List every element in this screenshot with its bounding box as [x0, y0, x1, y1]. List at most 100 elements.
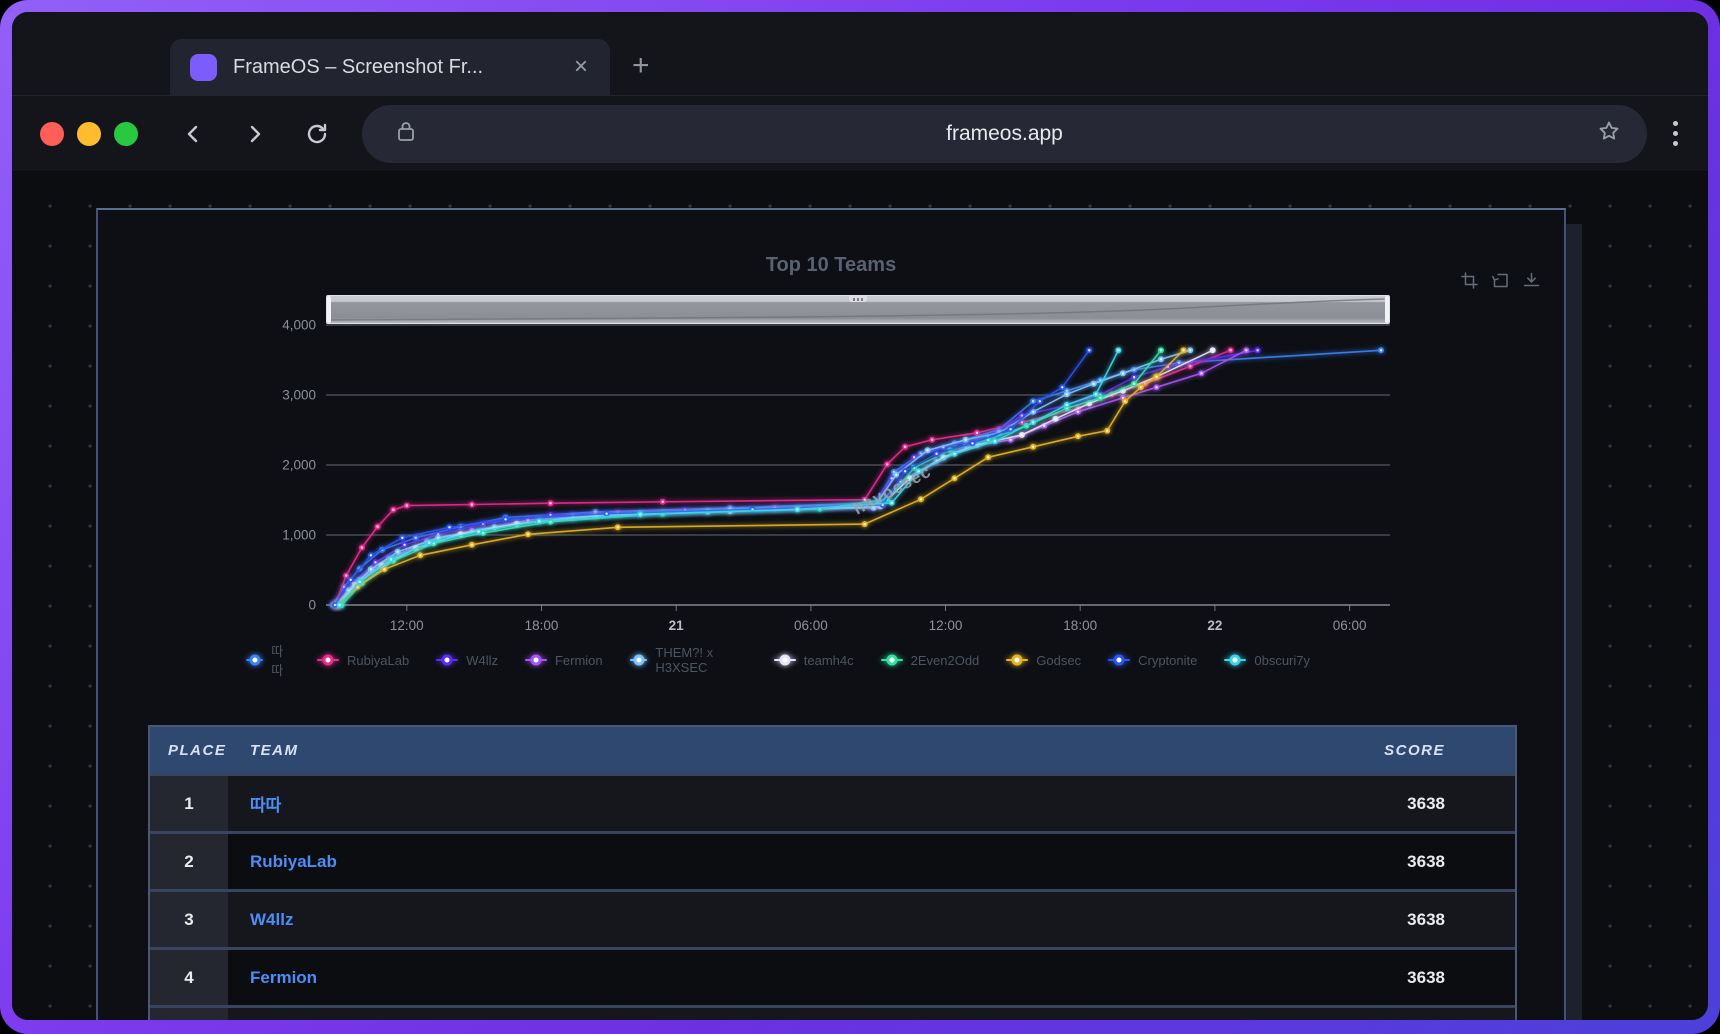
table-row: 5THEM?! x H3XSEC3638: [150, 1005, 1515, 1020]
bookmark-star-icon[interactable]: [1597, 119, 1621, 148]
table-body: 1따따36382RubiyaLab36383W4llz36384Fermion3…: [150, 773, 1515, 1020]
minimize-window-button[interactable]: [77, 122, 101, 146]
legend-label: 0bscuri7y: [1254, 653, 1310, 668]
y-tick-label: 3,000: [282, 388, 316, 403]
zoom-window-button[interactable]: [114, 122, 138, 146]
slider-handle-left[interactable]: [327, 296, 331, 323]
header-team: TEAM: [228, 742, 1255, 759]
chart-series[interactable]: [332, 347, 1234, 608]
place-cell: 2: [150, 834, 228, 889]
legend-label: Godsec: [1036, 653, 1081, 668]
chart-toolbar: [1461, 272, 1540, 289]
content-card: Top 10 Teams 0 1,000 2,000 3,000 4,000 12:00 1…: [96, 208, 1566, 1020]
chart-series[interactable]: [334, 347, 1260, 608]
scoreboard-table: PLACE TEAM SCORE 1따따36382RubiyaLab36383W…: [148, 725, 1517, 1020]
legend-label: Fermion: [555, 653, 603, 668]
legend-marker-icon: [246, 659, 263, 661]
legend-item[interactable]: teamh4c: [774, 653, 854, 668]
slider-grip[interactable]: [849, 296, 867, 302]
table-row: 2RubiyaLab3638: [150, 831, 1515, 889]
chart-title: Top 10 Teams: [98, 210, 1564, 277]
slider-handle-right[interactable]: [1385, 296, 1389, 323]
legend-marker-icon: [1006, 659, 1028, 661]
forward-icon[interactable]: [242, 121, 268, 147]
team-link[interactable]: 따따: [228, 776, 1255, 831]
header-score: SCORE: [1255, 742, 1515, 759]
tab-frameos[interactable]: FrameOS – Screenshot Fr... ×: [170, 39, 610, 95]
team-link[interactable]: Fermion: [228, 950, 1255, 1005]
y-tick-label: 1,000: [282, 528, 316, 543]
address-bar[interactable]: frameos.app: [362, 105, 1647, 163]
score-cell: 3638: [1255, 950, 1515, 1005]
legend-item[interactable]: W4llz: [436, 653, 498, 668]
chart-series[interactable]: [332, 347, 1092, 608]
score-cell: 3638: [1255, 834, 1515, 889]
close-tab-icon[interactable]: ×: [568, 53, 594, 81]
x-tick-label: 18:00: [525, 618, 559, 633]
download-icon[interactable]: [1523, 272, 1540, 289]
legend-label: 2Even2Odd: [911, 653, 980, 668]
browser-toolbar: frameos.app: [12, 96, 1708, 172]
place-cell: 4: [150, 950, 228, 1005]
chart-series[interactable]: [330, 347, 1384, 608]
url-text[interactable]: frameos.app: [362, 122, 1647, 146]
legend-label: RubiyaLab: [347, 653, 409, 668]
x-tick-label: 12:00: [929, 618, 963, 633]
legend-item[interactable]: 따따: [246, 641, 290, 679]
x-tick-label: 06:00: [794, 618, 828, 633]
datazoom-slider[interactable]: [326, 295, 1390, 324]
chart-legend: 따따 RubiyaLab W4llz Fermion THEM?! x H3XSEC te…: [246, 641, 1310, 679]
place-cell: 5: [150, 1008, 228, 1020]
table-row: 4Fermion3638: [150, 947, 1515, 1005]
legend-item[interactable]: THEM?! x H3XSEC: [630, 645, 747, 675]
new-tab-button[interactable]: +: [632, 49, 650, 83]
chart-series[interactable]: [337, 347, 1250, 608]
legend-label: THEM?! x H3XSEC: [655, 645, 746, 675]
y-tick-label: 2,000: [282, 458, 316, 473]
y-tick-label: 0: [308, 598, 316, 613]
legend-label: 따따: [271, 641, 290, 679]
legend-marker-icon: [317, 659, 339, 661]
score-cell: 3638: [1255, 892, 1515, 947]
legend-marker-icon: [774, 659, 796, 661]
legend-marker-icon: [436, 659, 458, 661]
legend-marker-icon: [1108, 659, 1130, 661]
legend-item[interactable]: 0bscuri7y: [1224, 653, 1310, 668]
page-background: Top 10 Teams 0 1,000 2,000 3,000 4,000 12:00 1…: [12, 172, 1708, 1020]
table-header-row: PLACE TEAM SCORE: [150, 727, 1515, 773]
box-zoom-icon[interactable]: [1461, 272, 1478, 289]
legend-item[interactable]: Cryptonite: [1108, 653, 1197, 668]
legend-label: W4llz: [466, 653, 498, 668]
legend-item[interactable]: Fermion: [525, 653, 603, 668]
score-cell: 3638: [1255, 1008, 1515, 1020]
legend-label: teamh4c: [804, 653, 854, 668]
legend-label: Cryptonite: [1138, 653, 1197, 668]
score-cell: 3638: [1255, 776, 1515, 831]
legend-item[interactable]: 2Even2Odd: [881, 653, 980, 668]
legend-marker-icon: [1224, 659, 1246, 661]
team-link[interactable]: W4llz: [228, 892, 1255, 947]
chart-series[interactable]: [339, 347, 1164, 608]
table-row: 1따따3638: [150, 773, 1515, 831]
score-timeline-chart[interactable]: 01,0002,0003,0004,00012:0018:002106:0012…: [246, 285, 1430, 637]
reset-zoom-icon[interactable]: [1492, 272, 1509, 289]
tab-title: FrameOS – Screenshot Fr...: [233, 56, 568, 79]
chart-area[interactable]: 01,0002,0003,0004,00012:0018:002106:0012…: [246, 285, 1430, 637]
browser-window-frame: FrameOS – Screenshot Fr... × +: [0, 0, 1720, 1034]
legend-item[interactable]: Godsec: [1006, 653, 1081, 668]
menu-dots-icon[interactable]: [1673, 121, 1678, 146]
team-link[interactable]: THEM?! x H3XSEC: [228, 1008, 1255, 1020]
legend-marker-icon: [525, 659, 547, 661]
tab-favicon: [190, 54, 217, 81]
reload-icon[interactable]: [304, 121, 330, 147]
legend-marker-icon: [881, 659, 903, 661]
x-tick-label: 22: [1207, 618, 1222, 633]
y-tick-label: 4,000: [282, 318, 316, 333]
close-window-button[interactable]: [40, 122, 64, 146]
back-icon[interactable]: [180, 121, 206, 147]
chart-series[interactable]: [337, 347, 1122, 608]
team-link[interactable]: RubiyaLab: [228, 834, 1255, 889]
x-tick-label: 18:00: [1063, 618, 1097, 633]
chart-series[interactable]: [334, 347, 1186, 608]
legend-item[interactable]: RubiyaLab: [317, 653, 409, 668]
